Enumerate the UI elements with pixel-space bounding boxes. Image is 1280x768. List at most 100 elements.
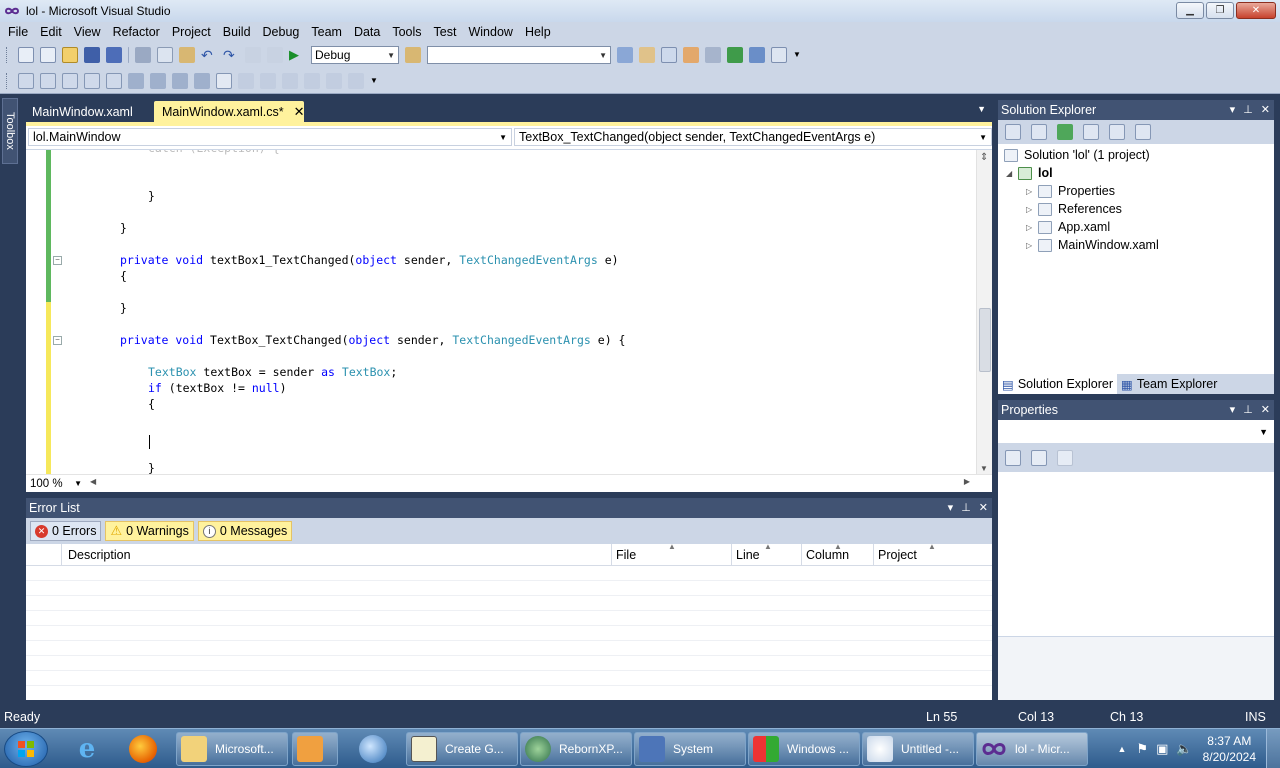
- minimize-button[interactable]: ▁: [1176, 2, 1204, 19]
- taskbar-button-create-guid[interactable]: Create G...: [406, 732, 518, 766]
- find-dropdown[interactable]: ▼: [427, 46, 611, 64]
- tab-mainwindow-xaml-cs[interactable]: MainWindow.xaml.cs* ✕: [154, 101, 304, 122]
- find-symbol-icon[interactable]: [617, 47, 633, 63]
- taskbar-button-explorer[interactable]: Microsoft...: [176, 732, 288, 766]
- menu-window[interactable]: Window: [462, 25, 518, 39]
- clock[interactable]: 8:37 AM 8/20/2024: [1203, 733, 1256, 765]
- globe-app-icon[interactable]: [350, 732, 396, 766]
- types-dropdown[interactable]: lol.MainWindow ▼: [28, 128, 512, 146]
- menu-build[interactable]: Build: [217, 25, 257, 39]
- navigate-backward-icon[interactable]: [245, 47, 261, 63]
- previous-bookmark-document-icon[interactable]: [326, 72, 342, 89]
- toolbar-options-icon[interactable]: ▼: [370, 73, 386, 89]
- zoom-dropdown[interactable]: 100 % ▼: [26, 476, 86, 492]
- pin-icon[interactable]: ⊥: [961, 501, 971, 514]
- messages-filter-button[interactable]: i 0 Messages: [197, 521, 293, 541]
- expand-arrow-icon[interactable]: ▷: [1026, 205, 1038, 214]
- taskbar-button-rebornxp[interactable]: RebornXP...: [520, 732, 632, 766]
- tab-team-explorer[interactable]: ▦ Team Explorer: [1117, 374, 1221, 394]
- show-desktop-button[interactable]: [1266, 729, 1280, 768]
- find-in-files-icon[interactable]: [405, 47, 421, 63]
- column-description[interactable]: Description: [62, 544, 612, 565]
- configuration-dropdown[interactable]: Debug ▼: [311, 46, 399, 64]
- undo-icon[interactable]: ↶: [201, 47, 217, 63]
- menu-edit[interactable]: Edit: [34, 25, 68, 39]
- new-project-icon[interactable]: [18, 47, 34, 63]
- start-page-icon[interactable]: [727, 47, 743, 63]
- complete-word-icon[interactable]: [84, 72, 100, 89]
- open-file-icon[interactable]: [62, 47, 78, 63]
- uncomment-lines-icon[interactable]: [194, 72, 210, 89]
- menu-project[interactable]: Project: [166, 25, 217, 39]
- quick-info-icon[interactable]: [62, 72, 78, 89]
- toolbar-options-icon[interactable]: ▼: [793, 47, 809, 63]
- next-bookmark-folder-icon[interactable]: [304, 72, 320, 89]
- show-all-files-icon[interactable]: [1031, 124, 1047, 140]
- menu-team[interactable]: Team: [305, 25, 348, 39]
- column-line[interactable]: Line ▲: [732, 542, 802, 565]
- taskbar-button-system[interactable]: System: [634, 732, 746, 766]
- view-class-diagram-icon[interactable]: [1135, 124, 1151, 140]
- network-icon[interactable]: ▣: [1156, 741, 1168, 757]
- close-button[interactable]: ✕: [1236, 2, 1276, 19]
- outline-collapse-icon[interactable]: −: [53, 336, 62, 345]
- toolbar-grip[interactable]: [6, 72, 9, 89]
- menu-debug[interactable]: Debug: [257, 25, 306, 39]
- close-tab-icon[interactable]: ✕: [294, 104, 305, 120]
- toolbox-icon[interactable]: [683, 47, 699, 63]
- cut-icon[interactable]: [135, 47, 151, 63]
- properties-icon[interactable]: [1005, 124, 1021, 140]
- categorized-icon[interactable]: [1005, 450, 1021, 466]
- properties-window-icon[interactable]: [639, 47, 655, 63]
- menu-test[interactable]: Test: [428, 25, 463, 39]
- members-dropdown[interactable]: TextBox_TextChanged(object sender, TextC…: [514, 128, 992, 146]
- warnings-filter-button[interactable]: ⚠ 0 Warnings: [105, 521, 194, 541]
- pin-icon[interactable]: ⊥: [1243, 103, 1253, 116]
- display-word-completion-icon[interactable]: [106, 72, 122, 89]
- show-hidden-icons-icon[interactable]: ▲: [1118, 744, 1127, 754]
- firefox-icon[interactable]: [120, 732, 166, 766]
- list-members-icon[interactable]: [18, 72, 34, 89]
- internet-explorer-icon[interactable]: e: [64, 732, 110, 766]
- taskbar-button-visual-studio[interactable]: lol - Micr...: [976, 732, 1088, 766]
- tree-item-solution[interactable]: Solution 'lol' (1 project): [1004, 146, 1150, 164]
- menu-refactor[interactable]: Refactor: [107, 25, 166, 39]
- refresh-icon[interactable]: [1057, 124, 1073, 140]
- collapse-arrow-icon[interactable]: ◢: [1006, 169, 1018, 178]
- toggle-bookmark-icon[interactable]: [216, 72, 232, 89]
- tree-item-properties[interactable]: ▷ Properties: [1026, 182, 1115, 200]
- tab-mainwindow-xaml[interactable]: MainWindow.xaml: [24, 101, 141, 122]
- close-panel-icon[interactable]: ✕: [1261, 403, 1270, 416]
- action-center-flag-icon[interactable]: ⚑: [1136, 741, 1148, 757]
- volume-muted-icon[interactable]: 🔈: [1176, 741, 1192, 757]
- taskbar-button-media-player[interactable]: [292, 732, 338, 766]
- column-file[interactable]: File ▲: [612, 542, 732, 565]
- expand-arrow-icon[interactable]: ▷: [1026, 241, 1038, 250]
- column-column[interactable]: Column ▲: [802, 542, 874, 565]
- window-position-dropdown-icon[interactable]: ▾: [1230, 103, 1236, 116]
- menu-data[interactable]: Data: [348, 25, 386, 39]
- object-browser-icon[interactable]: [661, 47, 677, 63]
- scrollbar-thumb[interactable]: [979, 308, 991, 372]
- column-project[interactable]: Project ▲: [874, 542, 992, 565]
- save-all-icon[interactable]: [106, 47, 122, 63]
- tree-item-app-xaml[interactable]: ▷ App.xaml: [1026, 218, 1110, 236]
- expand-arrow-icon[interactable]: ▷: [1026, 187, 1038, 196]
- extension-manager-icon[interactable]: [749, 47, 765, 63]
- object-selector-dropdown[interactable]: ▼: [998, 420, 1274, 444]
- view-code-icon[interactable]: [1083, 124, 1099, 140]
- property-pages-icon[interactable]: [1057, 450, 1073, 466]
- next-bookmark-icon[interactable]: [260, 72, 276, 89]
- menu-view[interactable]: View: [68, 25, 107, 39]
- scroll-right-icon[interactable]: ▶: [964, 477, 970, 486]
- start-button[interactable]: [4, 731, 48, 767]
- start-debugging-icon[interactable]: ▶: [289, 47, 305, 63]
- restore-button[interactable]: ❐: [1206, 2, 1234, 19]
- expand-arrow-icon[interactable]: ▷: [1026, 223, 1038, 232]
- parameter-info-icon[interactable]: [40, 72, 56, 89]
- toolbox-tab[interactable]: Toolbox: [2, 98, 18, 164]
- increase-indent-icon[interactable]: [150, 72, 166, 89]
- tree-item-mainwindow-xaml[interactable]: ▷ MainWindow.xaml: [1026, 236, 1159, 254]
- close-panel-icon[interactable]: ✕: [1261, 103, 1270, 116]
- tab-solution-explorer[interactable]: ▤ Solution Explorer: [998, 374, 1118, 394]
